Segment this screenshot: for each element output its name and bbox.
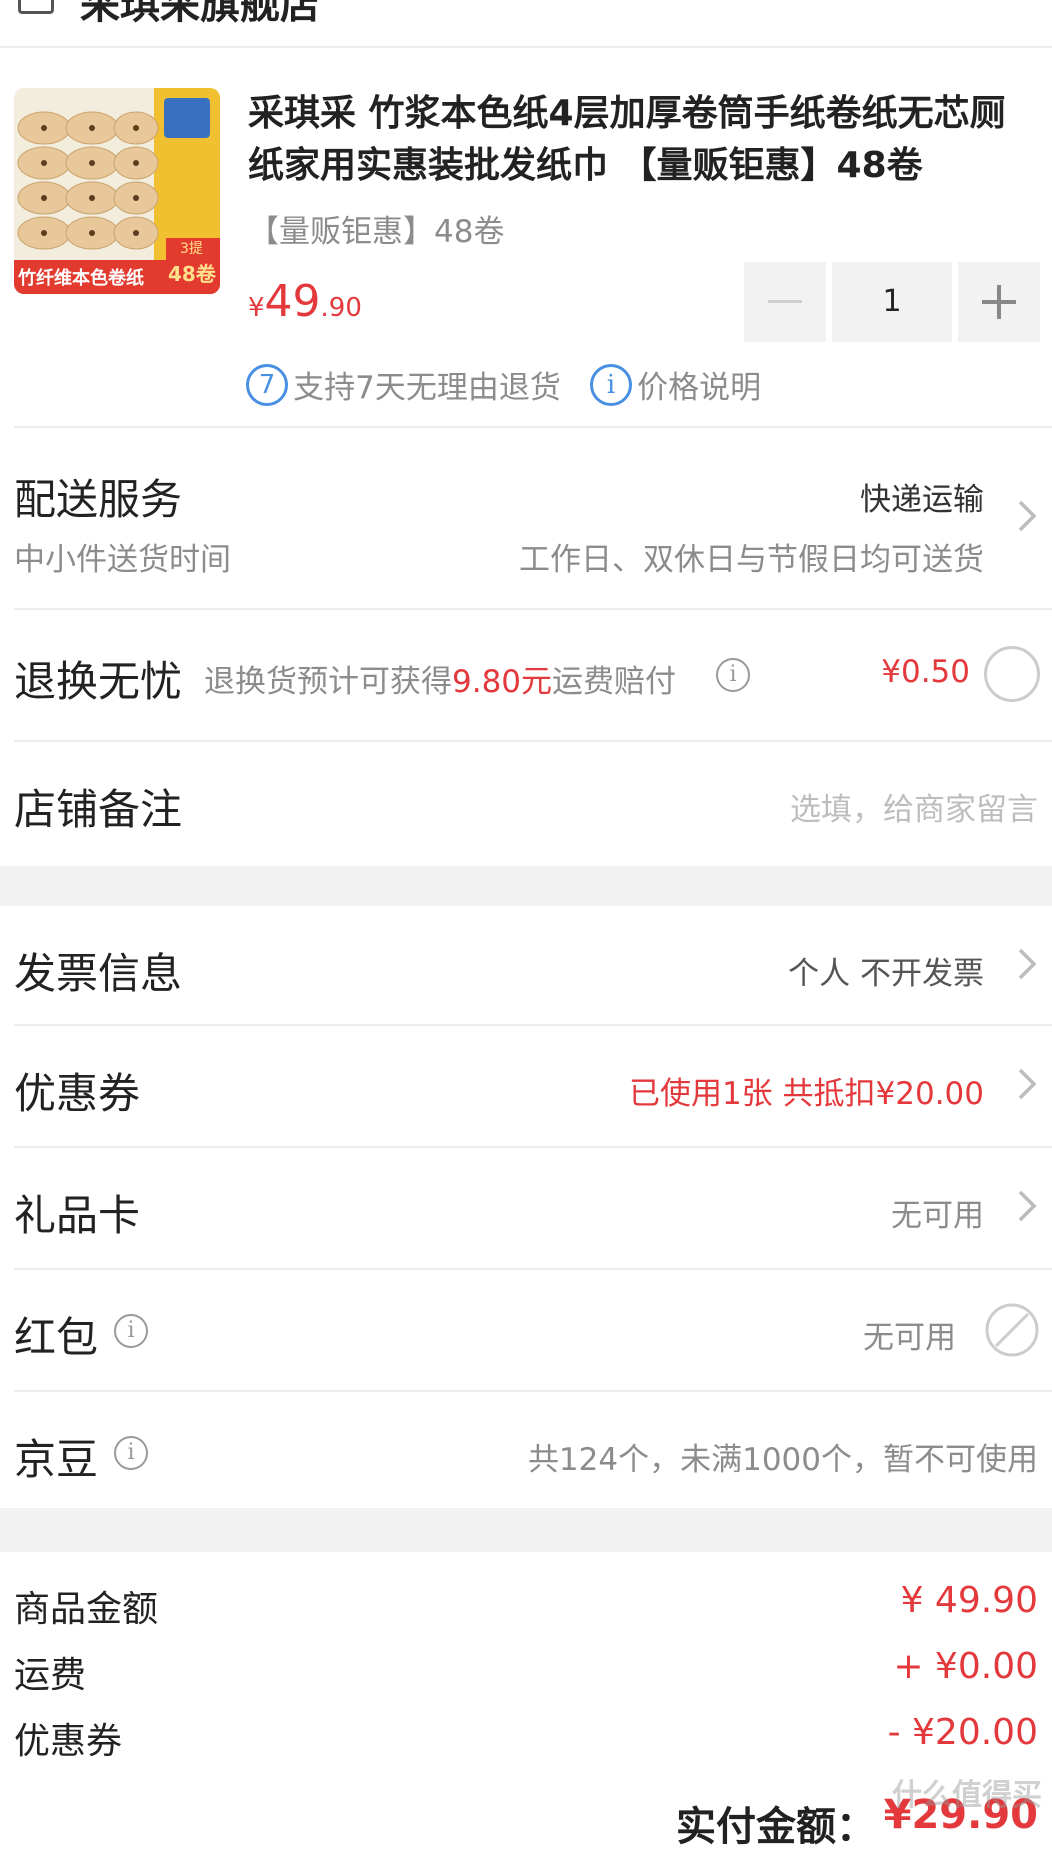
delivery-time: 工作日、双休日与节假日均可送货 — [519, 542, 984, 578]
info-icon[interactable]: i — [114, 1314, 148, 1348]
product-thumb-top: 3提 — [180, 241, 203, 257]
shop-card: 采琪采旗舰店 竹纤维本色卷纸 3提 48卷 采琪采 竹浆本色纸4层加厚卷筒手纸卷… — [0, 0, 1052, 866]
shop-header[interactable]: 采琪采旗舰店 — [0, 0, 1052, 46]
summary-card: 商品金额 ¥ 49.90 运费 + ¥0.00 优惠券 - ¥20.00 实付金… — [0, 1552, 1052, 1858]
info-icon[interactable]: i — [114, 1436, 148, 1470]
return-insurance-checkbox[interactable] — [984, 646, 1040, 702]
product-thumb-badge: 竹纤维本色卷纸 — [18, 268, 144, 289]
coupon-label: 优惠券 — [14, 1069, 141, 1118]
jingdou-row: 京豆 i 共124个，未满1000个，暂不可使用 — [0, 1392, 1052, 1508]
product-spec: 【量贩钜惠】48卷 — [248, 214, 505, 250]
total-label: 实付金额： — [676, 1804, 876, 1850]
price-integer: 49 — [264, 276, 321, 327]
service-return-text: 支持7天无理由退货 — [293, 370, 561, 406]
price-symbol: ¥ — [248, 293, 265, 323]
red-packet-value: 无可用 — [863, 1320, 956, 1356]
delivery-label: 配送服务 — [14, 475, 183, 524]
return-7-icon: 7 — [246, 363, 288, 406]
delivery-row[interactable]: 配送服务 中小件送货时间 快递运输 工作日、双休日与节假日均可送货 — [0, 428, 1052, 608]
delivery-sub-label: 中小件送货时间 — [14, 542, 231, 578]
return-insurance-desc: 退换货预计可获得9.80元运费赔付 — [204, 664, 677, 700]
summary-value-coupon: - ¥20.00 — [887, 1712, 1038, 1753]
red-packet-row: 红包 i 无可用 — [0, 1270, 1052, 1388]
summary-label-goods: 商品金额 — [14, 1589, 159, 1630]
shop-remark-input[interactable]: 选填，给商家留言 — [790, 784, 1038, 829]
invoice-label: 发票信息 — [14, 949, 183, 998]
shop-icon — [18, 0, 54, 14]
price-decimal: .90 — [320, 293, 362, 323]
shop-remark-row: 店铺备注 选填，给商家留言 — [0, 742, 1052, 864]
chevron-right-icon — [1016, 1188, 1038, 1224]
product-price: ¥49.90 — [248, 276, 362, 327]
shop-remark-label: 店铺备注 — [14, 785, 183, 834]
return-insurance-row: 退换无忧 退换货预计可获得9.80元运费赔付 i ¥0.50 — [0, 610, 1052, 740]
service-return-tag[interactable]: 7 支持7天无理由退货 — [246, 362, 561, 407]
chevron-right-icon — [1016, 498, 1038, 534]
product-thumb-count: 48卷 — [168, 262, 216, 286]
summary-label-coupon: 优惠券 — [14, 1721, 123, 1762]
coupon-value: 已使用1张 共抵扣¥20.00 — [628, 1076, 984, 1112]
jingdou-label: 京豆 — [14, 1435, 99, 1484]
return-insurance-label: 退换无忧 — [14, 657, 183, 706]
shop-name: 采琪采旗舰店 — [80, 0, 320, 28]
quantity-stepper: 1 — [744, 262, 1040, 342]
invoice-value: 个人 不开发票 — [788, 956, 984, 992]
watermark: 什么值得买 — [892, 1778, 1042, 1813]
summary-value-shipping: + ¥0.00 — [893, 1646, 1038, 1687]
summary-label-shipping: 运费 — [14, 1655, 87, 1696]
info-icon[interactable]: i — [716, 658, 750, 692]
minus-icon — [768, 300, 802, 303]
price-explain-text: 价格说明 — [637, 370, 762, 406]
product-image[interactable]: 竹纤维本色卷纸 3提 48卷 — [14, 88, 220, 294]
summary-value-goods: ¥ 49.90 — [900, 1580, 1038, 1621]
red-packet-label: 红包 — [14, 1313, 99, 1362]
gift-card-value: 无可用 — [891, 1198, 984, 1234]
return-insurance-price: ¥0.50 — [881, 654, 970, 690]
coupon-row[interactable]: 优惠券 已使用1张 共抵扣¥20.00 — [0, 1026, 1052, 1144]
jingdou-value: 共124个，未满1000个，暂不可使用 — [527, 1442, 1038, 1478]
gift-card-label: 礼品卡 — [14, 1191, 141, 1240]
product-title[interactable]: 采琪采 竹浆本色纸4层加厚卷筒手纸卷纸无芯厕纸家用实惠装批发纸巾 【量贩钜惠】4… — [248, 88, 1028, 192]
invoice-row[interactable]: 发票信息 个人 不开发票 — [0, 906, 1052, 1024]
delivery-method: 快递运输 — [860, 482, 984, 518]
quantity-input[interactable]: 1 — [832, 262, 952, 342]
increase-button[interactable] — [958, 262, 1040, 342]
decrease-button[interactable] — [744, 262, 826, 342]
disabled-icon — [984, 1302, 1040, 1362]
chevron-right-icon — [1016, 946, 1038, 982]
chevron-right-icon — [1016, 1066, 1038, 1102]
price-explain-tag[interactable]: i 价格说明 — [590, 362, 761, 407]
info-icon: i — [590, 363, 632, 406]
options-card: 发票信息 个人 不开发票 优惠券 已使用1张 共抵扣¥20.00 礼品卡 无可用… — [0, 906, 1052, 1508]
gift-card-row[interactable]: 礼品卡 无可用 — [0, 1148, 1052, 1266]
